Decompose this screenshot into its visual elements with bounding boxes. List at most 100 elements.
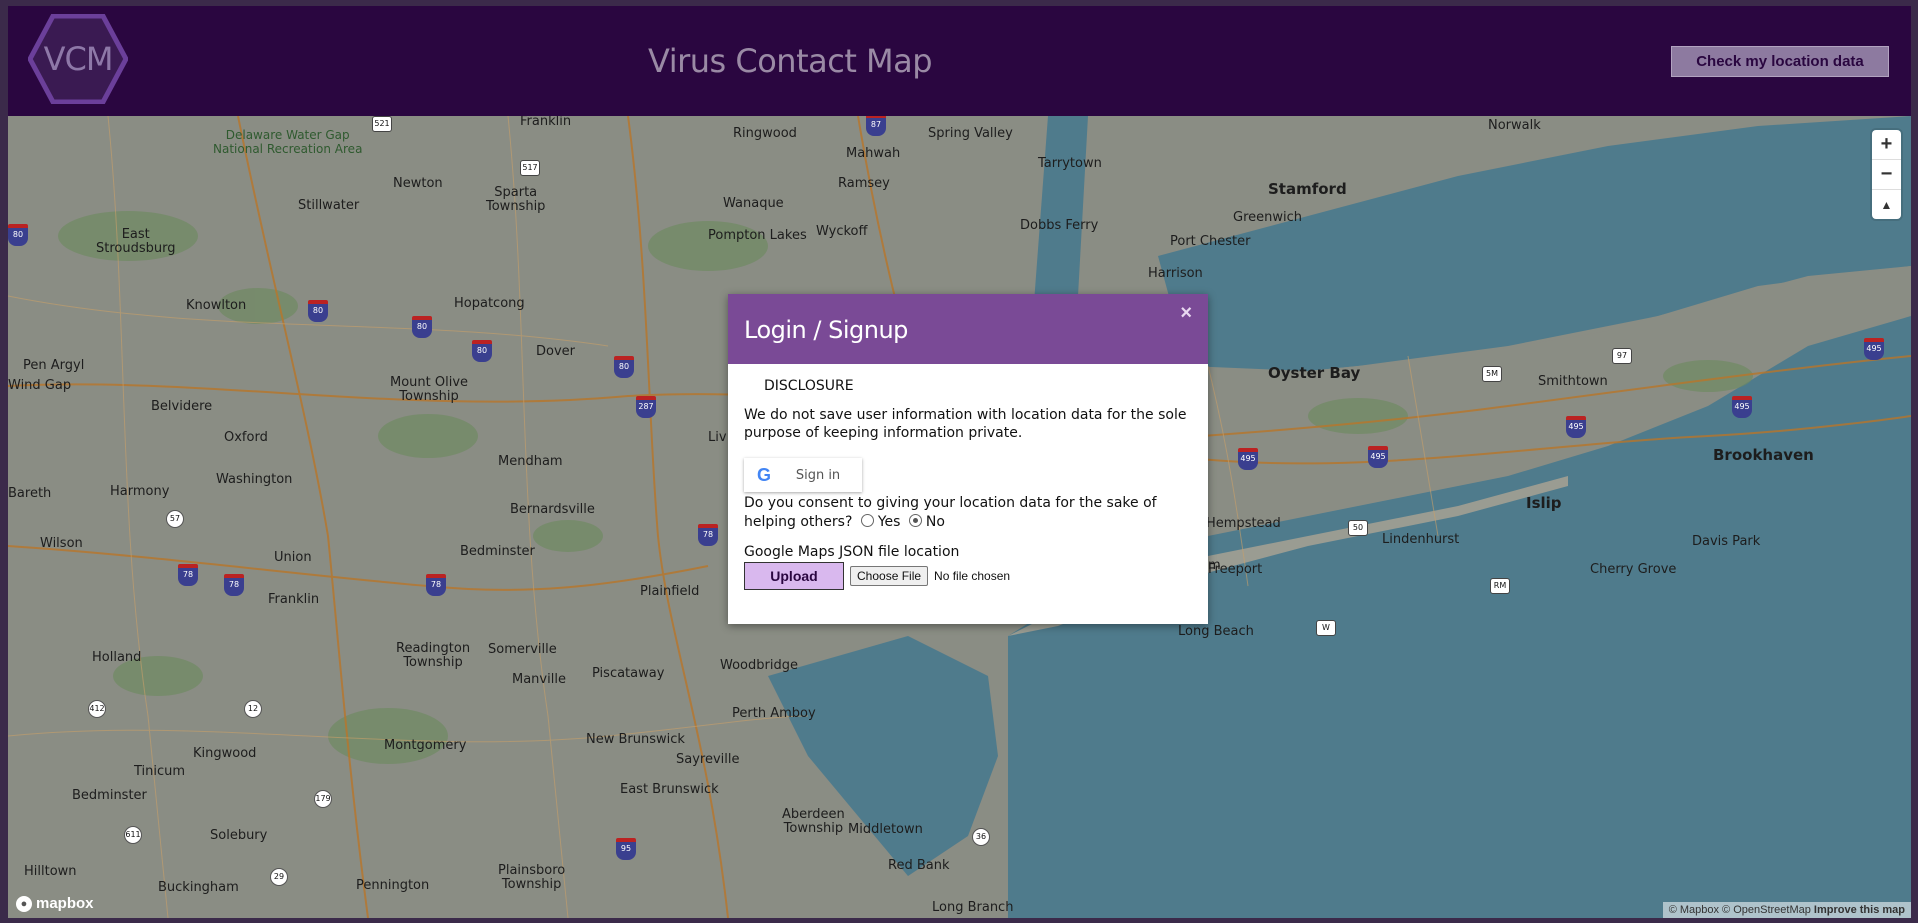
map-label: Readington Township xyxy=(396,641,471,670)
interstate-shield: 495 xyxy=(1732,396,1752,418)
map-label: Somerville xyxy=(488,642,557,657)
close-icon[interactable]: × xyxy=(1180,302,1192,325)
consent-yes-label[interactable]: Yes xyxy=(878,514,901,530)
route-shield: 97 xyxy=(1612,348,1632,364)
route-shield: W xyxy=(1316,620,1336,636)
consent-no-radio[interactable] xyxy=(908,514,922,527)
map-label: Perth Amboy xyxy=(732,706,816,721)
site-title: Virus Contact Map xyxy=(648,42,933,80)
route-shield: 521 xyxy=(372,116,392,132)
choose-file-button[interactable]: Choose File xyxy=(850,566,929,586)
map-label: Oyster Bay xyxy=(1268,364,1361,382)
map-label: Long Branch xyxy=(932,900,1014,915)
map-label: Sparta Township xyxy=(486,185,546,214)
mapbox-logo[interactable]: ● mapbox xyxy=(16,895,94,912)
interstate-shield: 80 xyxy=(472,340,492,362)
route-shield: 517 xyxy=(520,160,540,176)
map-label: Bernardsville xyxy=(510,502,595,517)
route-shield: RM xyxy=(1490,578,1510,594)
consent-question: Do you consent to giving your location d… xyxy=(744,494,1192,532)
map-label: Harmony xyxy=(110,484,170,499)
map-label: Franklin xyxy=(268,592,320,607)
modal-title: Login / Signup xyxy=(744,316,908,344)
check-location-data-button[interactable]: Check my location data xyxy=(1671,46,1889,77)
map-label: Middletown xyxy=(848,822,923,837)
vcm-logo[interactable]: VCM xyxy=(27,13,129,105)
interstate-shield: 495 xyxy=(1864,338,1884,360)
disclosure-text: We do not save user information with loc… xyxy=(744,407,1187,441)
route-shield: 29 xyxy=(270,868,288,886)
map-zoom-controls: + − ▲ xyxy=(1872,130,1901,219)
map-label: Wind Gap xyxy=(8,378,72,393)
map-label: Hopatcong xyxy=(454,296,525,311)
map-label: Plainfield xyxy=(640,584,700,599)
route-shield: 5M xyxy=(1482,366,1502,382)
zoom-out-button[interactable]: − xyxy=(1872,160,1901,190)
map-label: East Stroudsburg xyxy=(96,227,176,256)
map-attribution: © Mapbox © OpenStreetMap Improve this ma… xyxy=(1662,902,1911,918)
improve-map-link[interactable]: Improve this map xyxy=(1814,904,1905,916)
google-icon: G xyxy=(756,464,771,485)
map-label: Manville xyxy=(512,672,566,687)
consent-no-label[interactable]: No xyxy=(926,514,945,530)
map-label: Kingwood xyxy=(193,746,257,761)
map-label: Wilson xyxy=(40,536,83,551)
interstate-shield: 78 xyxy=(426,574,446,596)
map-label: Cherry Grove xyxy=(1590,562,1677,577)
map-label: Ramsey xyxy=(838,176,890,191)
map-label: Davis Park xyxy=(1692,534,1761,549)
map-label: Long Beach xyxy=(1178,624,1254,639)
compass-reset-button[interactable]: ▲ xyxy=(1872,190,1901,219)
map-label: Tinicum xyxy=(134,764,186,779)
map-label: Wyckoff xyxy=(816,224,868,239)
map-label: Delaware Water Gap National Recreation A… xyxy=(213,128,363,156)
interstate-shield: 87 xyxy=(866,116,886,136)
map-label: Franklin xyxy=(520,116,572,129)
mapbox-logo-text: mapbox xyxy=(36,895,94,912)
interstate-shield: 287 xyxy=(636,396,656,418)
map-label: Pennington xyxy=(356,878,430,893)
map-label: Knowlton xyxy=(186,298,247,313)
consent-question-text: Do you consent to giving your location d… xyxy=(744,495,1157,530)
consent-yes-radio[interactable] xyxy=(860,514,874,527)
map-label: Pen Argyl xyxy=(23,358,85,373)
route-shield: 50 xyxy=(1348,520,1368,536)
map-label: Mahwah xyxy=(846,146,901,161)
interstate-shield: 78 xyxy=(698,524,718,546)
map-label: Piscataway xyxy=(592,666,665,681)
map-label: Buckingham xyxy=(158,880,239,895)
map-label: Washington xyxy=(216,472,293,487)
map-label: Liv xyxy=(708,430,727,445)
interstate-shield: 80 xyxy=(614,356,634,378)
disclosure-heading: DISCLOSURE xyxy=(764,378,854,394)
map-label: Spring Valley xyxy=(928,126,1013,141)
map-label: Sayreville xyxy=(676,752,740,767)
google-sign-in-label: Sign in xyxy=(795,467,841,483)
interstate-shield: 80 xyxy=(308,300,328,322)
route-shield: 36 xyxy=(972,828,990,846)
map-label: Stillwater xyxy=(298,198,360,213)
upload-button[interactable]: Upload xyxy=(744,562,844,590)
route-shield: 179 xyxy=(314,790,332,808)
map-label: Aberdeen Township xyxy=(782,807,845,836)
zoom-in-button[interactable]: + xyxy=(1872,130,1901,160)
interstate-shield: 78 xyxy=(224,574,244,596)
map-label: Plainsboro Township xyxy=(498,863,566,892)
google-sign-in-button[interactable]: G Sign in xyxy=(744,458,862,492)
map-label: Oxford xyxy=(224,430,268,445)
map-label: Woodbridge xyxy=(720,658,798,673)
map-label: Wanaque xyxy=(723,196,784,211)
route-shield: 412 xyxy=(88,700,106,718)
map-label: New Brunswick xyxy=(586,732,685,747)
interstate-shield: 78 xyxy=(178,564,198,586)
map-label: Hilltown xyxy=(24,864,77,879)
map-label: Bedminster xyxy=(460,544,535,559)
map-label: Dobbs Ferry xyxy=(1020,218,1099,233)
map-label: Dover xyxy=(536,344,575,359)
map-label: Pompton Lakes xyxy=(708,228,807,243)
attribution-text[interactable]: © Mapbox © OpenStreetMap xyxy=(1669,904,1811,916)
no-file-status: No file chosen xyxy=(934,569,1011,583)
interstate-shield: 80 xyxy=(8,224,28,246)
map-label: Union xyxy=(274,550,312,565)
map-label: Belvidere xyxy=(151,399,213,414)
